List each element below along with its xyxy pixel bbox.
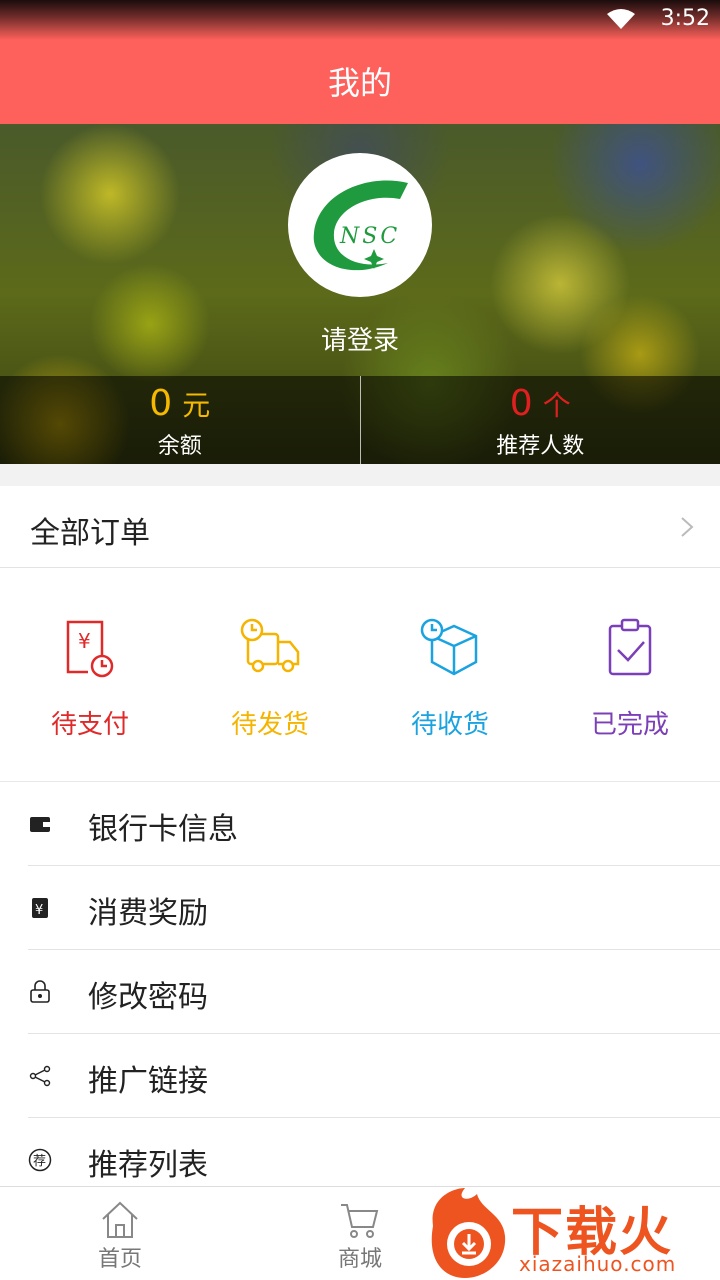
wifi-icon xyxy=(607,9,635,29)
watermark-url: xiazaihuo.com xyxy=(519,1252,677,1276)
cart-icon xyxy=(341,1204,379,1238)
referrals-value-row: 0个 xyxy=(361,382,720,428)
menu-item-consumption-reward[interactable]: ¥ 消费奖励 xyxy=(28,866,720,950)
stats-bar: 0元 余额 0个 推荐人数 xyxy=(0,376,720,464)
balance-label: 余额 xyxy=(157,434,202,459)
svg-text:荐: 荐 xyxy=(33,1154,46,1169)
menu-item-bank-card[interactable]: 银行卡信息 xyxy=(28,782,720,866)
menu-item-label: 推荐列表 xyxy=(88,1148,208,1183)
referrals-unit: 个 xyxy=(542,389,571,422)
menu-item-label: 推广链接 xyxy=(88,1064,208,1099)
nsc-logo: NSC xyxy=(313,180,408,271)
tab-label: 首页 xyxy=(97,1247,142,1272)
menu-item-label: 消费奖励 xyxy=(88,896,208,931)
status-pending-shipment[interactable]: 待发货 xyxy=(180,568,360,781)
recommend-icon: 荐 xyxy=(28,1148,52,1172)
tab-home[interactable]: 首页 xyxy=(0,1187,240,1280)
status-label: 已完成 xyxy=(590,710,669,740)
order-status-grid: ¥ 待支付 待发货 待收货 已完成 xyxy=(0,568,720,782)
flame-logo-icon xyxy=(431,1188,506,1278)
reward-icon: ¥ xyxy=(32,898,48,918)
referrals-label: 推荐人数 xyxy=(496,434,585,459)
login-prompt[interactable]: 请登录 xyxy=(0,320,720,357)
profile-header: NSC 请登录 0元 余额 0个 推荐人数 xyxy=(0,124,720,464)
menu-item-label: 修改密码 xyxy=(88,980,208,1015)
status-completed[interactable]: 已完成 xyxy=(540,568,720,781)
all-orders-title: 全部订单 xyxy=(30,516,150,551)
pending-payment-icon: ¥ xyxy=(66,620,114,678)
pending-receipt-icon xyxy=(420,618,478,676)
top-bar: 3:52 我的 xyxy=(0,0,720,124)
referrals-stat[interactable]: 0个 推荐人数 xyxy=(359,376,720,464)
home-icon xyxy=(102,1201,138,1238)
watermark: 下载火 xiazaihuo.com xyxy=(425,1186,720,1280)
status-time: 3:52 xyxy=(660,6,710,31)
balance-stat[interactable]: 0元 余额 xyxy=(0,376,360,464)
lock-icon xyxy=(30,980,50,1003)
referrals-value: 0 xyxy=(509,383,533,424)
all-orders-row[interactable]: 全部订单 xyxy=(0,486,720,568)
status-pending-receipt[interactable]: 待收货 xyxy=(360,568,540,781)
balance-value: 0 xyxy=(149,383,173,424)
menu-item-label: 银行卡信息 xyxy=(88,812,238,847)
avatar[interactable]: NSC xyxy=(288,153,432,297)
status-pending-payment[interactable]: ¥ 待支付 xyxy=(0,568,180,781)
logo-text: NSC xyxy=(339,224,400,249)
status-label: 待收货 xyxy=(410,710,489,740)
profile-page: 3:52 我的 NSC 请登录 0元 余额 0个 推荐人数 全部订单 ¥ 待支付… xyxy=(0,0,720,1280)
menu-item-change-password[interactable]: 修改密码 xyxy=(28,950,720,1034)
settings-menu: 银行卡信息 ¥ 消费奖励 修改密码 推广链接 荐 推荐列表 xyxy=(0,782,720,1202)
svg-text:¥: ¥ xyxy=(78,629,91,653)
section-gap xyxy=(0,464,720,486)
balance-value-row: 0元 xyxy=(0,382,360,428)
svg-text:¥: ¥ xyxy=(35,903,43,918)
completed-icon xyxy=(608,618,652,676)
page-title: 我的 xyxy=(327,64,392,102)
menu-item-promo-link[interactable]: 推广链接 xyxy=(28,1034,720,1118)
wallet-icon xyxy=(30,817,50,832)
chevron-right-icon xyxy=(681,517,694,537)
balance-unit: 元 xyxy=(182,389,211,422)
status-label: 待支付 xyxy=(50,710,129,740)
share-icon xyxy=(29,1065,51,1087)
pending-shipment-icon xyxy=(240,618,300,673)
status-bar: 3:52 xyxy=(0,0,720,40)
status-label: 待发货 xyxy=(230,710,309,740)
